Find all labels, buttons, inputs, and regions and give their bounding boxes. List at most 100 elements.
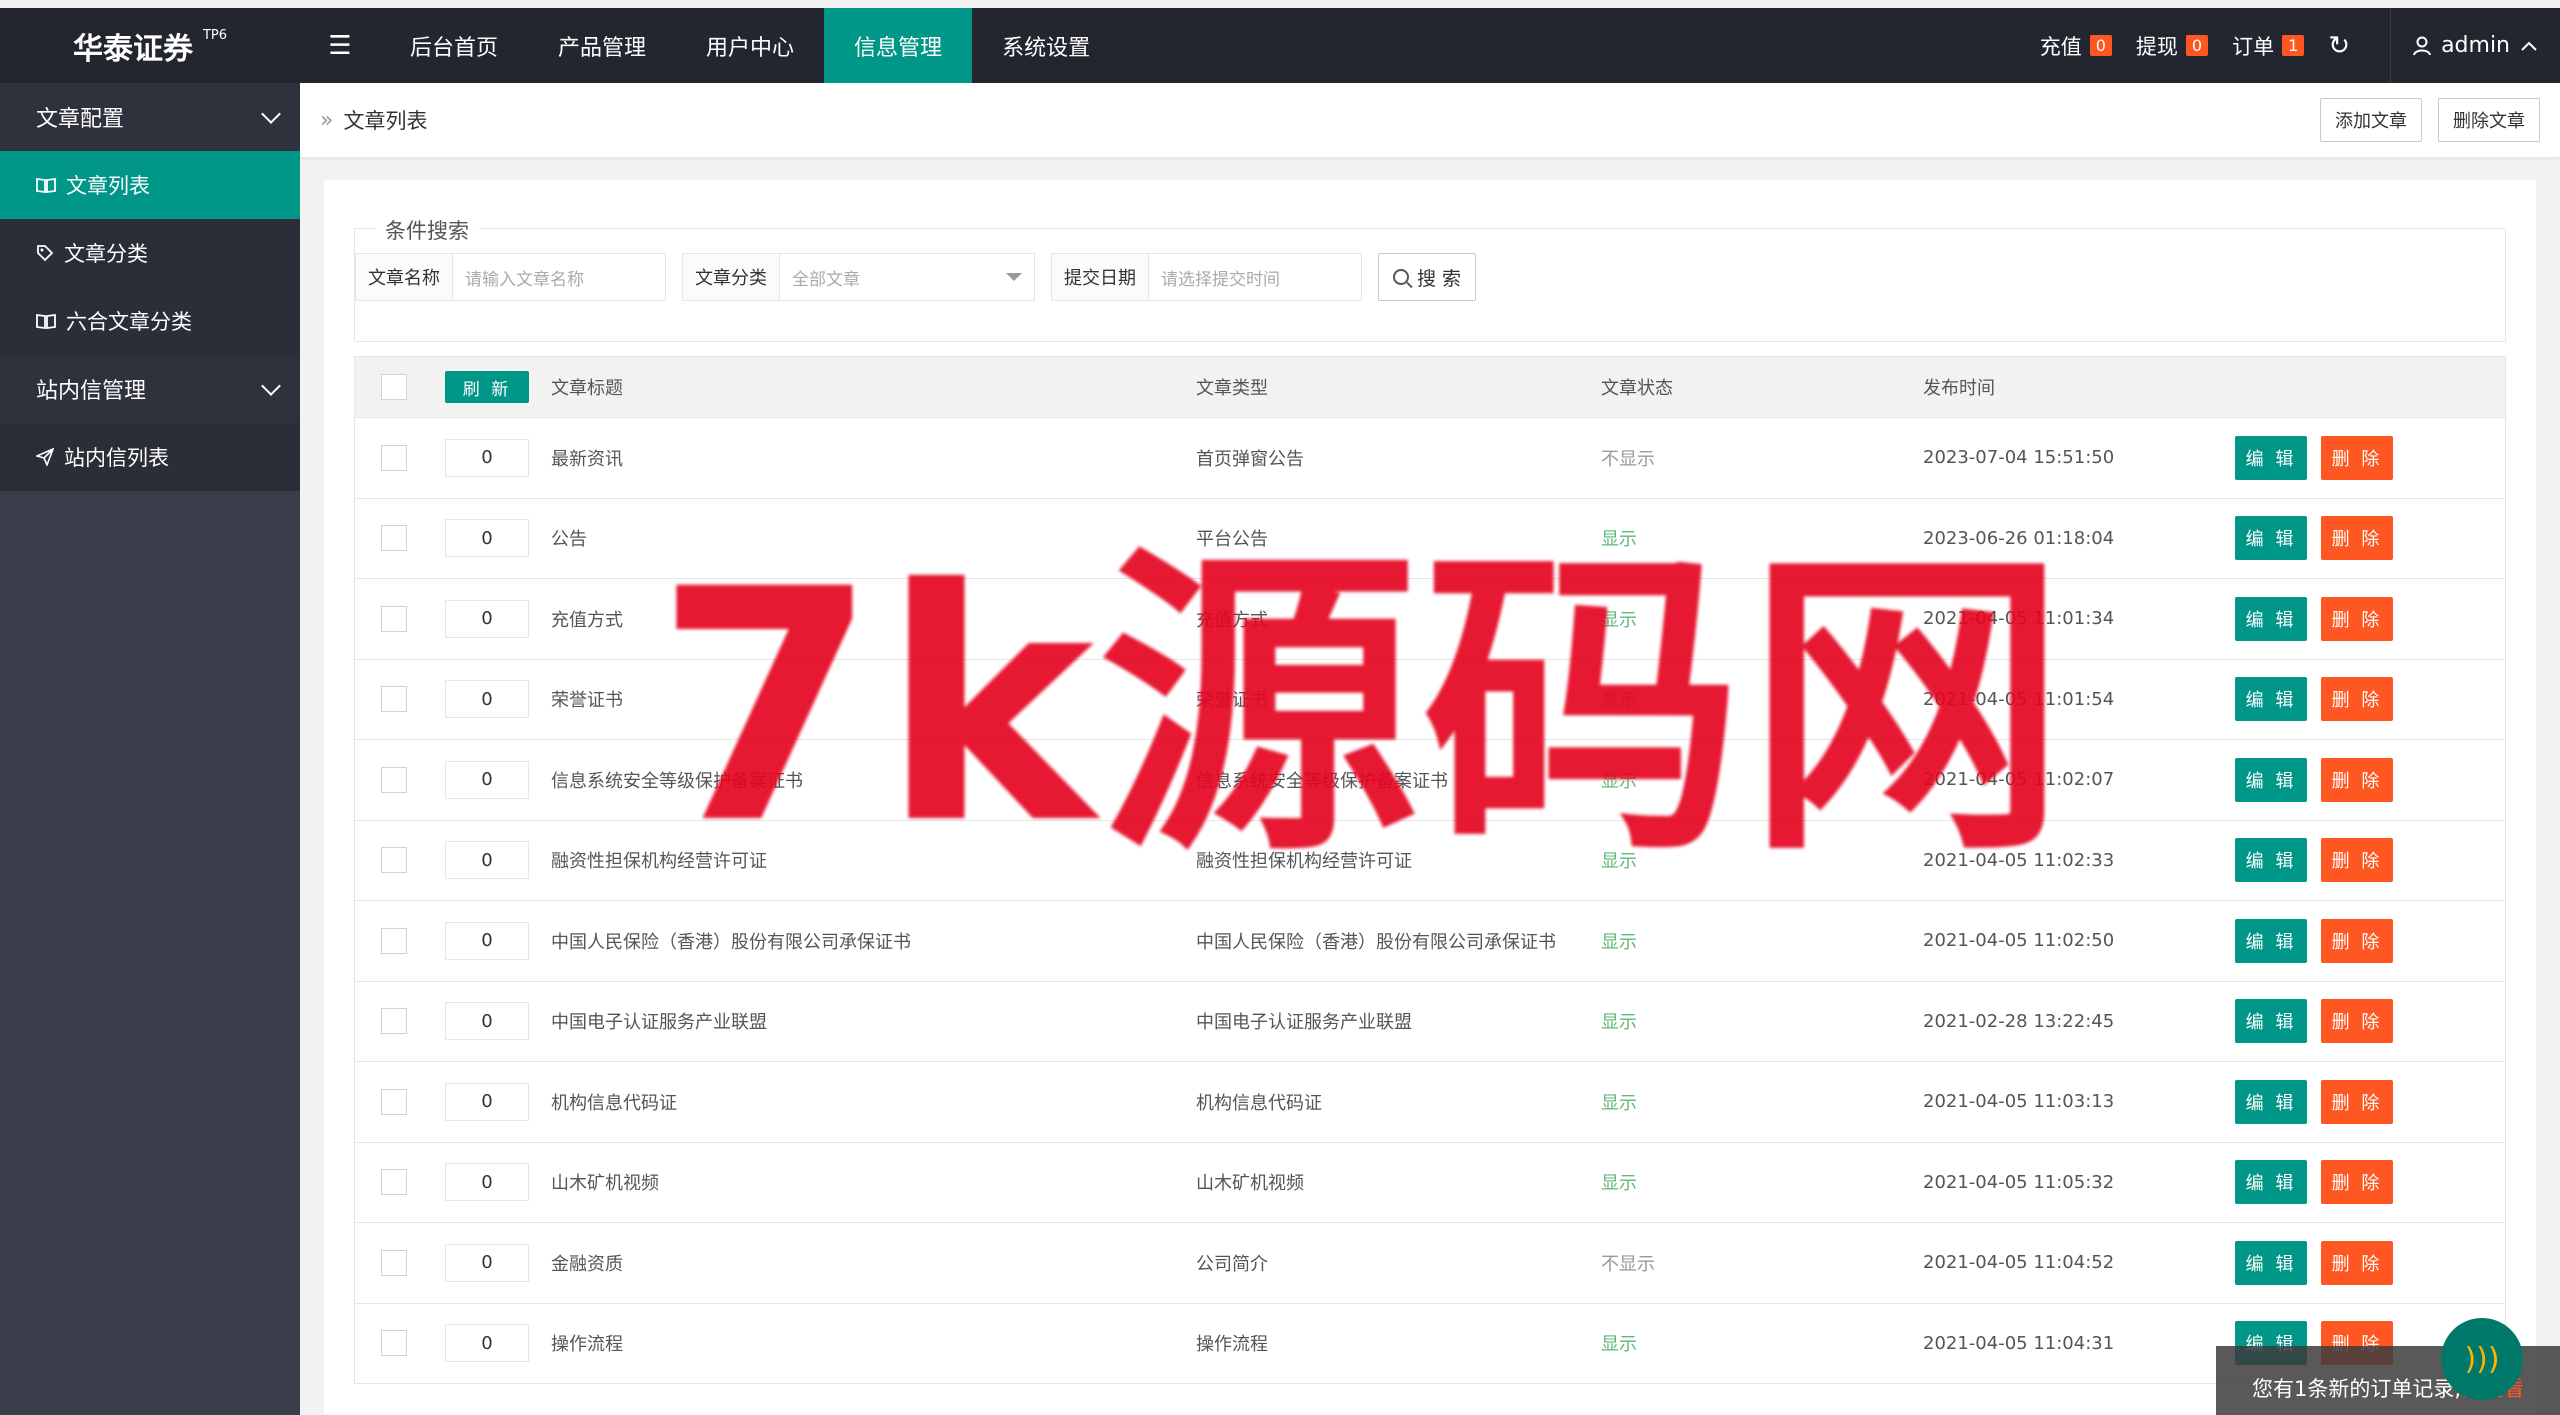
sidebar-item-message-list[interactable]: 站内信列表 — [0, 423, 300, 491]
row-checkbox[interactable] — [381, 605, 407, 632]
select-all-checkbox[interactable] — [381, 374, 407, 400]
nav-products[interactable]: 产品管理 — [528, 8, 676, 83]
table-row: 0 中国电子认证服务产业联盟 中国电子认证服务产业联盟 显示 2021-02-28 13… — [354, 981, 2506, 1062]
delete-button[interactable]: 删 除 — [2321, 757, 2393, 802]
nav-home[interactable]: 后台首页 — [380, 8, 528, 83]
row-checkbox[interactable] — [381, 1249, 407, 1276]
caret-down-icon — [1006, 273, 1022, 281]
row-time: 2023-07-04 15:51:50 — [1923, 447, 2115, 469]
row-checkbox[interactable] — [381, 847, 407, 874]
sort-input[interactable]: 0 — [445, 438, 529, 477]
edit-button[interactable]: 编 辑 — [2235, 918, 2307, 963]
row-checkbox[interactable] — [381, 766, 407, 793]
delete-button[interactable]: 删 除 — [2321, 435, 2393, 480]
recharge-link[interactable]: 充值 0 — [2040, 31, 2112, 61]
row-checkbox[interactable] — [381, 1330, 407, 1357]
sidebar-group-messages[interactable]: 站内信管理 — [0, 355, 300, 423]
edit-button[interactable]: 编 辑 — [2235, 999, 2307, 1044]
edit-button[interactable]: 编 辑 — [2235, 677, 2307, 722]
table-row: 0 公告 平台公告 显示 2023-06-26 01:18:04 编 辑删 除 — [354, 498, 2506, 579]
sort-input[interactable]: 0 — [445, 760, 529, 799]
row-checkbox-cell — [355, 525, 433, 552]
book-icon — [36, 177, 56, 193]
sort-input[interactable]: 0 — [445, 1163, 529, 1202]
breadcrumb-current[interactable]: 文章列表 — [343, 105, 427, 135]
user-icon — [2413, 36, 2432, 55]
edit-button[interactable]: 编 辑 — [2235, 596, 2307, 641]
delete-button[interactable]: 删 除 — [2321, 918, 2393, 963]
row-checkbox[interactable] — [381, 444, 407, 471]
edit-button[interactable]: 编 辑 — [2235, 1160, 2307, 1205]
row-title: 荣誉证书 — [551, 690, 623, 712]
row-checkbox[interactable] — [381, 1008, 407, 1035]
delete-button[interactable]: 删 除 — [2321, 838, 2393, 883]
sidebar-item-article-category[interactable]: 文章分类 — [0, 219, 300, 287]
search-icon — [1393, 269, 1409, 285]
edit-button[interactable]: 编 辑 — [2235, 757, 2307, 802]
sort-input[interactable]: 0 — [445, 1082, 529, 1121]
add-article-button[interactable]: 添加文章 — [2320, 98, 2422, 142]
header-checkbox-cell — [355, 374, 433, 400]
sidebar-item-article-list[interactable]: 文章列表 — [0, 151, 300, 219]
edit-button[interactable]: 编 辑 — [2235, 516, 2307, 561]
row-checkbox[interactable] — [381, 927, 407, 954]
row-checkbox-cell — [355, 444, 433, 471]
sort-input[interactable]: 0 — [445, 519, 529, 558]
row-checkbox[interactable] — [381, 686, 407, 713]
search-button[interactable]: 搜 索 — [1378, 253, 1477, 301]
sort-input[interactable]: 0 — [445, 599, 529, 638]
row-status: 显示 — [1601, 1173, 1637, 1195]
sort-input[interactable]: 0 — [445, 1324, 529, 1363]
date-picker-input[interactable]: 请选择提交时间 — [1149, 254, 1361, 300]
app-badge: TP6 — [202, 28, 228, 43]
delete-article-button[interactable]: 删除文章 — [2438, 98, 2540, 142]
edit-button[interactable]: 编 辑 — [2235, 435, 2307, 480]
main-panel: 条件搜索 文章名称 请输入文章名称 文章分类 全部文章 提交日期 请选择提交时间… — [324, 180, 2536, 1415]
orders-link[interactable]: 订单 1 — [2232, 31, 2305, 61]
wifi-signal-icon[interactable]: ))) — [2441, 1318, 2523, 1400]
sort-input[interactable]: 0 — [445, 1243, 529, 1282]
edit-button[interactable]: 编 辑 — [2235, 1240, 2307, 1285]
delete-button[interactable]: 删 除 — [2321, 516, 2393, 561]
nav-users[interactable]: 用户中心 — [676, 8, 824, 83]
row-checkbox[interactable] — [381, 1088, 407, 1115]
row-type: 信息系统安全等级保护备案证书 — [1196, 770, 1448, 792]
title-search-input[interactable]: 请输入文章名称 — [453, 254, 665, 300]
delete-button[interactable]: 删 除 — [2321, 999, 2393, 1044]
row-sort-cell: 0 — [433, 1002, 541, 1041]
row-sort-cell: 0 — [433, 921, 541, 960]
delete-button[interactable]: 删 除 — [2321, 1240, 2393, 1285]
delete-button[interactable]: 删 除 — [2321, 1160, 2393, 1205]
delete-button[interactable]: 删 除 — [2321, 677, 2393, 722]
app-logo[interactable]: 华泰证券 TP6 — [0, 8, 300, 83]
sort-input[interactable]: 0 — [445, 841, 529, 880]
edit-button[interactable]: 编 辑 — [2235, 838, 2307, 883]
row-status: 不显示 — [1601, 1253, 1655, 1275]
delete-button[interactable]: 删 除 — [2321, 596, 2393, 641]
user-menu[interactable]: admin — [2390, 8, 2560, 83]
row-type: 平台公告 — [1196, 529, 1268, 551]
row-type: 融资性担保机构经营许可证 — [1196, 851, 1412, 873]
row-checkbox[interactable] — [381, 1169, 407, 1196]
nav-info[interactable]: 信息管理 — [824, 8, 973, 83]
withdraw-link[interactable]: 提现 0 — [2136, 31, 2209, 61]
row-status: 显示 — [1601, 609, 1637, 631]
search-row: 文章名称 请输入文章名称 文章分类 全部文章 提交日期 请选择提交时间 搜 索 — [355, 253, 1477, 301]
refresh-icon[interactable]: ↻ — [2328, 31, 2350, 61]
category-select[interactable]: 全部文章 — [780, 254, 1034, 300]
row-checkbox[interactable] — [381, 525, 407, 552]
sort-input[interactable]: 0 — [445, 1002, 529, 1041]
sort-input[interactable]: 0 — [445, 921, 529, 960]
row-time: 2021-04-05 11:01:34 — [1923, 608, 2115, 630]
row-type: 操作流程 — [1196, 1334, 1268, 1356]
nav-settings[interactable]: 系统设置 — [972, 8, 1120, 83]
sort-input[interactable]: 0 — [445, 680, 529, 719]
refresh-sort-button[interactable]: 刷 新 — [445, 371, 529, 403]
sidebar-group-article-config[interactable]: 文章配置 — [0, 83, 300, 151]
edit-button[interactable]: 编 辑 — [2235, 1079, 2307, 1124]
row-actions: 编 辑删 除 — [2235, 516, 2393, 561]
hamburger-icon[interactable]: ☰ — [300, 8, 380, 83]
row-checkbox-cell — [355, 1169, 433, 1196]
delete-button[interactable]: 删 除 — [2321, 1079, 2393, 1124]
sidebar-item-liuhe-category[interactable]: 六合文章分类 — [0, 287, 300, 355]
